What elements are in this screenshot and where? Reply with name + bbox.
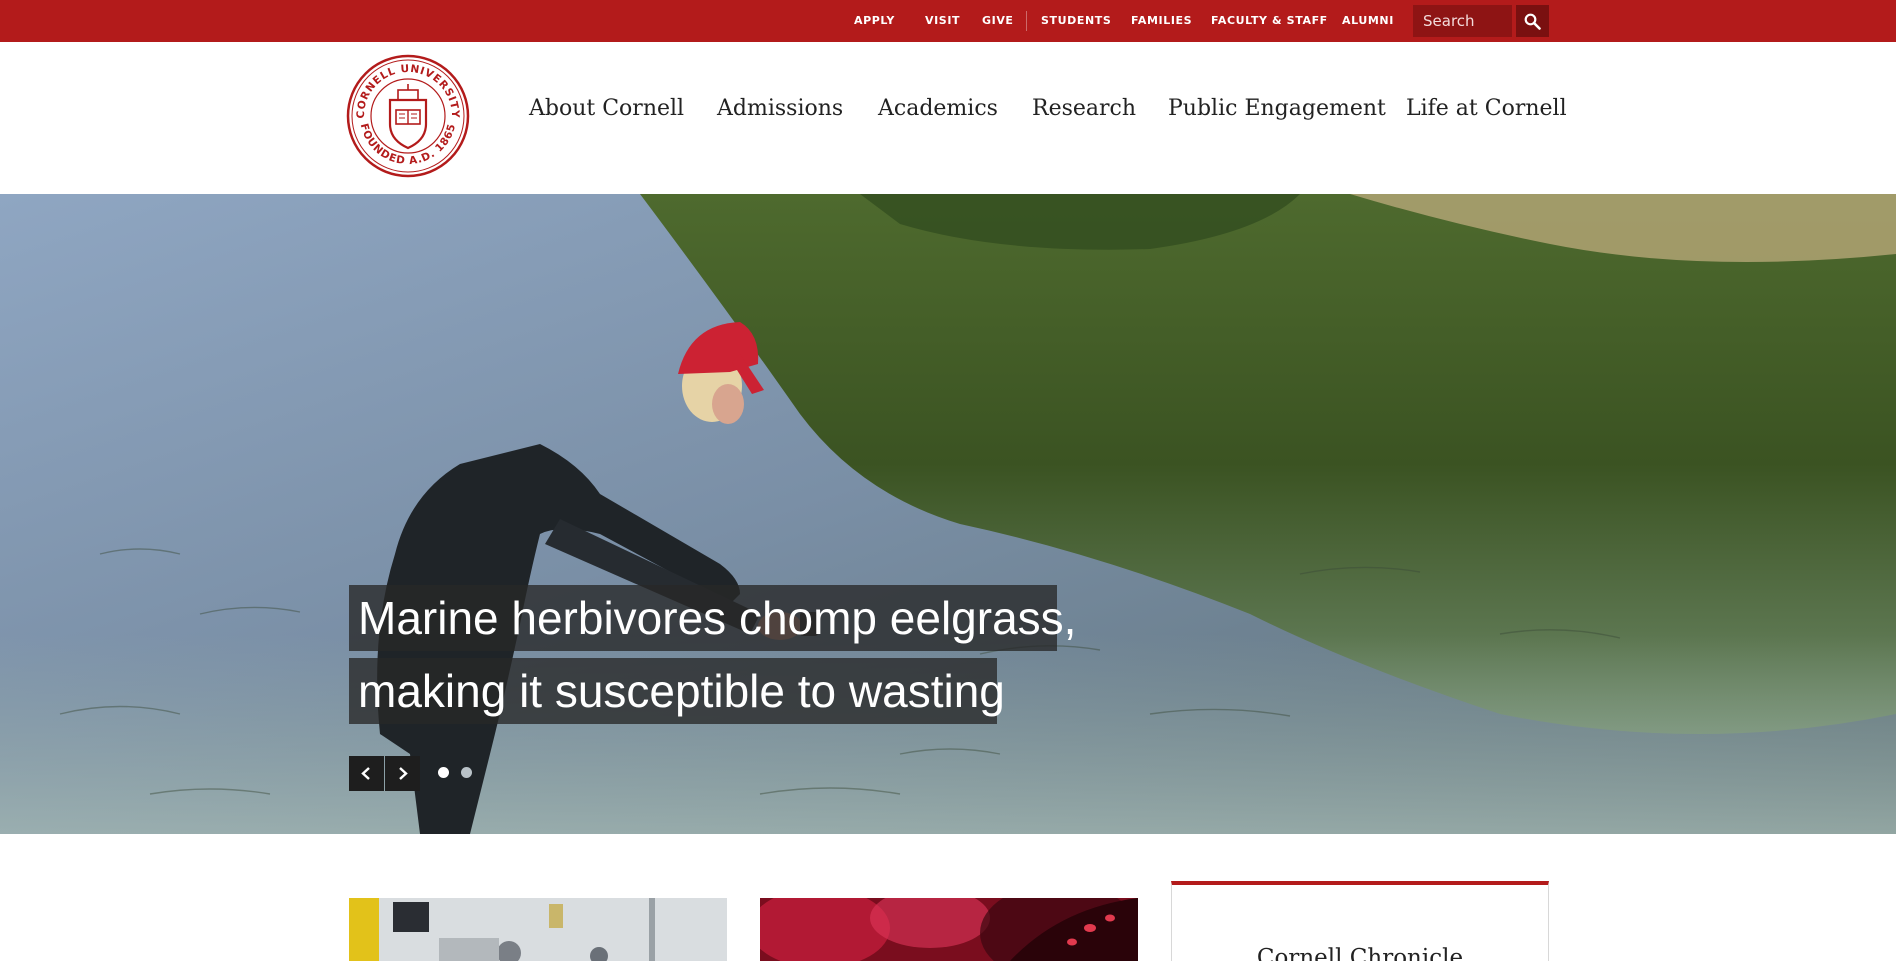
utility-link-apply[interactable]: APPLY — [854, 0, 895, 42]
news-card-image-1[interactable] — [349, 898, 727, 961]
utility-divider — [1026, 11, 1027, 31]
utility-link-families[interactable]: FAMILIES — [1131, 0, 1192, 42]
nav-admissions[interactable]: Admissions — [717, 98, 843, 120]
utility-link-faculty-staff[interactable]: FACULTY & STAFF — [1211, 0, 1328, 42]
carousel-next-button[interactable] — [385, 756, 420, 791]
cornell-chronicle-panel: Cornell Chronicle — [1171, 881, 1549, 961]
utility-link-give[interactable]: GIVE — [982, 0, 1014, 42]
nav-about-cornell[interactable]: About Cornell — [529, 98, 684, 120]
chevron-right-icon — [399, 767, 408, 780]
cells-photo — [760, 898, 1138, 961]
carousel-prev-button[interactable] — [349, 756, 384, 791]
cornell-seal-icon: CORNELL UNIVERSITY FOUNDED A.D. 1865 — [346, 54, 470, 178]
nav-public-engagement[interactable]: Public Engagement — [1168, 98, 1386, 120]
hero-caption-line-2[interactable]: making it susceptible to wasting — [349, 658, 1005, 724]
nav-life-at-cornell[interactable]: Life at Cornell — [1406, 98, 1567, 120]
nav-research[interactable]: Research — [1032, 98, 1136, 120]
hero-carousel: Marine herbivores chomp eelgrass, making… — [0, 194, 1896, 834]
news-card-image-2[interactable] — [760, 898, 1138, 961]
hero-image — [0, 194, 1896, 834]
carousel-dot-1[interactable] — [438, 767, 449, 778]
hero-caption-line-1[interactable]: Marine herbivores chomp eelgrass, — [349, 585, 1076, 651]
search-button[interactable] — [1516, 5, 1549, 37]
chronicle-title[interactable]: Cornell Chronicle — [1172, 945, 1548, 961]
utility-link-alumni[interactable]: ALUMNI — [1342, 0, 1394, 42]
search-input[interactable] — [1413, 5, 1512, 37]
search-icon — [1524, 13, 1541, 30]
utility-bar: APPLY VISIT GIVE STUDENTS FAMILIES FACUL… — [0, 0, 1896, 42]
carousel-dot-2[interactable] — [461, 767, 472, 778]
chevron-left-icon — [361, 767, 370, 780]
lab-photo — [349, 898, 727, 961]
cornell-seal-logo[interactable]: CORNELL UNIVERSITY FOUNDED A.D. 1865 — [346, 54, 470, 178]
utility-link-students[interactable]: STUDENTS — [1041, 0, 1111, 42]
nav-academics[interactable]: Academics — [878, 98, 998, 120]
site-header: CORNELL UNIVERSITY FOUNDED A.D. 1865 Abo… — [0, 42, 1896, 194]
utility-link-visit[interactable]: VISIT — [925, 0, 960, 42]
